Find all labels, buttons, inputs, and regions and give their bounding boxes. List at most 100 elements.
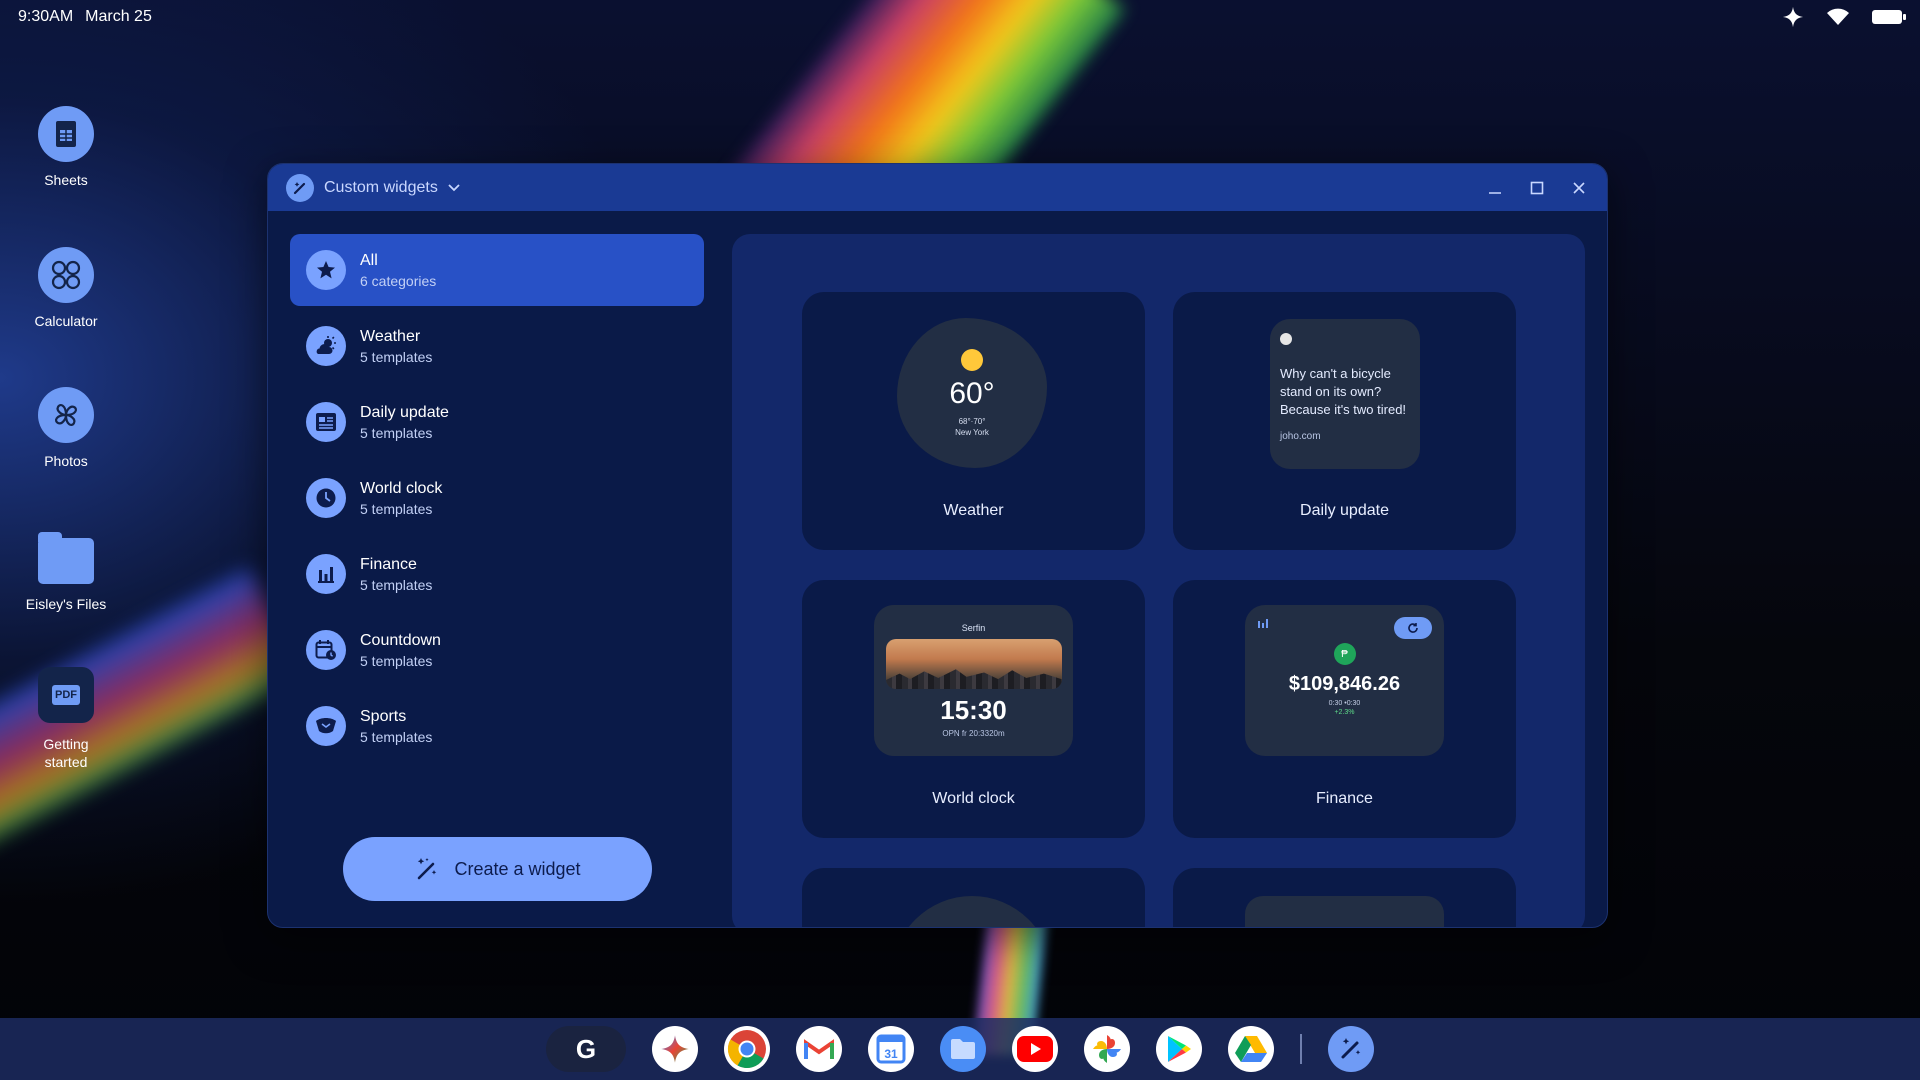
wifi-icon[interactable]	[1826, 7, 1850, 27]
daily-update-preview: Why can't a bicycle stand on its own? Be…	[1270, 319, 1420, 469]
shelf: G 31	[0, 1018, 1920, 1080]
coin-icon: ₱	[1333, 643, 1356, 665]
category-finance[interactable]: Finance 5 templates	[290, 538, 704, 610]
category-countdown[interactable]: Countdown 5 templates	[290, 614, 704, 686]
countdown-preview	[892, 896, 1052, 927]
desktop-icon-label: Getting started	[43, 736, 89, 771]
create-widget-label: Create a widget	[454, 858, 581, 879]
desktop-icon-label: Photos	[44, 453, 88, 469]
category-name: Weather	[360, 327, 421, 345]
weather-temperature: 60°	[949, 377, 995, 410]
shelf-divider	[1300, 1034, 1302, 1064]
battery-icon[interactable]	[1872, 10, 1906, 24]
desktop-icon-calculator[interactable]: Calculator	[16, 247, 116, 329]
weather-icon	[306, 326, 346, 366]
category-daily-update[interactable]: Daily update 5 templates	[290, 386, 704, 458]
category-name: All	[360, 251, 378, 269]
files-icon[interactable]	[940, 1026, 986, 1072]
world-clock-preview: Serfin 15:30 OPN fr 20:3320m	[874, 605, 1073, 756]
sun-icon	[961, 349, 983, 371]
category-name: Countdown	[360, 631, 441, 649]
widget-card-label: World clock	[932, 790, 1015, 807]
widget-card-sports[interactable]	[1173, 868, 1516, 927]
star-icon	[306, 250, 346, 290]
category-sidebar: All 6 categories Weather 5 templates Daily…	[290, 234, 704, 914]
category-count: 5 templates	[360, 728, 433, 745]
bar-chart-icon	[306, 554, 346, 594]
clock-icon	[306, 478, 346, 518]
weather-preview: 60° 68°·70° New York	[897, 318, 1047, 468]
weather-high-low: 68°·70°	[958, 417, 986, 426]
category-name: Sports	[360, 707, 407, 725]
widget-card-label: Finance	[1316, 790, 1373, 807]
sports-icon	[306, 706, 346, 746]
desktop-icon-getting-started[interactable]: PDF Getting started	[16, 667, 116, 771]
city-skyline-image	[885, 639, 1062, 689]
widget-gallery: 60° 68°·70° New York Weather Why can't a…	[732, 234, 1585, 927]
category-name: Daily update	[360, 403, 449, 421]
photos-icon	[38, 387, 94, 443]
category-name: Finance	[360, 555, 417, 573]
magic-wand-icon	[418, 858, 437, 880]
calendar-icon[interactable]: 31	[868, 1026, 914, 1072]
category-count: 5 templates	[360, 424, 433, 441]
play-store-icon[interactable]	[1156, 1026, 1202, 1072]
desktop-icon-eisleys-files[interactable]: Eisley's Files	[16, 532, 116, 612]
window-title[interactable]: Custom widgets	[324, 179, 438, 197]
desktop-icon-label: Eisley's Files	[25, 596, 107, 612]
category-count: 5 templates	[360, 500, 433, 517]
create-widget-button[interactable]: Create a widget	[343, 837, 652, 901]
finance-change: +2.3%	[1334, 709, 1355, 716]
sports-preview	[1245, 896, 1444, 927]
category-world-clock[interactable]: World clock 5 templates	[290, 462, 704, 534]
world-clock-city: Serfin	[961, 623, 986, 633]
custom-widgets-window: Custom widgets All 6 categories Weather 5 …	[267, 163, 1608, 928]
custom-widgets-icon[interactable]	[1328, 1026, 1374, 1072]
chevron-down-icon[interactable]	[448, 181, 460, 195]
dot-indicator	[1280, 333, 1292, 345]
category-sports[interactable]: Sports 5 templates	[290, 690, 704, 762]
pdf-badge: PDF	[52, 685, 80, 705]
category-count: 6 categories	[360, 272, 437, 289]
category-weather[interactable]: Weather 5 templates	[290, 310, 704, 382]
daily-update-text: Why can't a bicycle stand on its own? Be…	[1280, 366, 1407, 418]
desktop-icon-sheets[interactable]: Sheets	[16, 106, 116, 188]
weather-city: New York	[955, 428, 989, 437]
clock-time[interactable]: 9:30AM	[18, 8, 73, 26]
youtube-icon[interactable]	[1012, 1026, 1058, 1072]
gemini-sparkle-icon[interactable]	[1782, 6, 1804, 28]
widget-card-world-clock[interactable]: Serfin 15:30 OPN fr 20:3320m World clock	[802, 580, 1145, 838]
calendar-clock-icon	[306, 630, 346, 670]
desktop-icon-label: Sheets	[44, 172, 88, 188]
gmail-icon[interactable]	[796, 1026, 842, 1072]
category-name: World clock	[360, 479, 443, 497]
widget-card-finance[interactable]: ₱ $109,846.26 0:30 •0:30 +2.3% Finance	[1173, 580, 1516, 838]
desktop-icon-label: Calculator	[34, 313, 98, 329]
pdf-icon: PDF	[38, 667, 94, 723]
finance-preview: ₱ $109,846.26 0:30 •0:30 +2.3%	[1245, 605, 1444, 756]
category-count: 5 templates	[360, 348, 433, 365]
widget-card-weather[interactable]: 60° 68°·70° New York Weather	[802, 292, 1145, 550]
desktop-icon-photos[interactable]: Photos	[16, 387, 116, 469]
world-clock-meta: OPN fr 20:3320m	[942, 729, 1005, 738]
daily-update-source: joho.com	[1280, 430, 1321, 442]
minimize-icon[interactable]	[1485, 178, 1505, 198]
folder-icon	[38, 532, 94, 584]
launcher-button[interactable]: G	[546, 1026, 626, 1072]
category-all[interactable]: All 6 categories	[290, 234, 704, 306]
chrome-icon[interactable]	[724, 1026, 770, 1072]
window-titlebar[interactable]: Custom widgets	[268, 164, 1607, 211]
gemini-icon[interactable]	[652, 1026, 698, 1072]
close-icon[interactable]	[1569, 178, 1589, 198]
widget-card-countdown[interactable]	[802, 868, 1145, 927]
news-icon	[306, 402, 346, 442]
finance-meta: 0:30 •0:30	[1328, 700, 1361, 707]
maximize-icon[interactable]	[1527, 178, 1547, 198]
clock-date[interactable]: March 25	[85, 8, 152, 26]
drive-icon[interactable]	[1228, 1026, 1274, 1072]
category-count: 5 templates	[360, 652, 433, 669]
photos-icon[interactable]	[1084, 1026, 1130, 1072]
widget-card-daily-update[interactable]: Why can't a bicycle stand on its own? Be…	[1173, 292, 1516, 550]
calendar-day: 31	[884, 1047, 898, 1061]
finance-value: $109,846.26	[1288, 673, 1401, 695]
